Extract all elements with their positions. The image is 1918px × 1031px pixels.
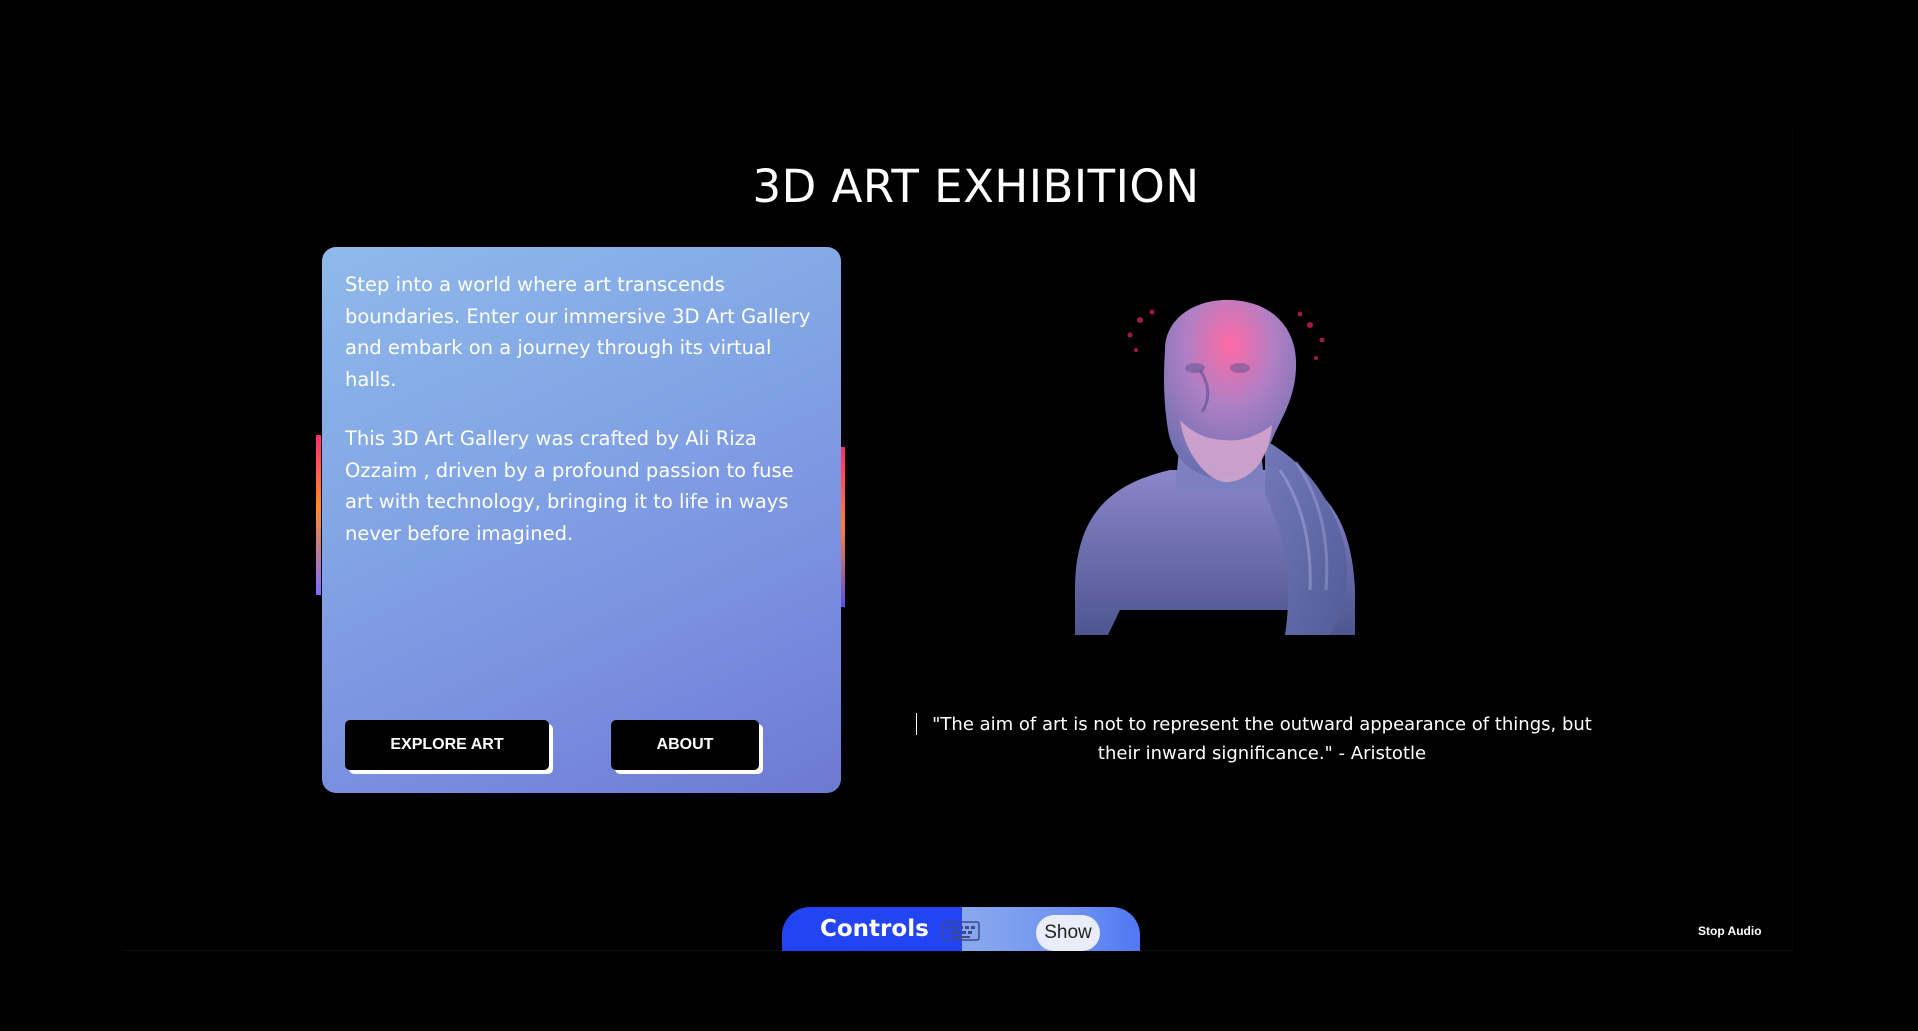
explore-art-button[interactable]: EXPLORE ART [345, 720, 549, 770]
intro-text: Step into a world where art transcends b… [345, 269, 825, 577]
card-accent-left [316, 435, 321, 595]
about-button[interactable]: ABOUT [611, 720, 759, 770]
intro-card-wrapper: Step into a world where art transcends b… [316, 247, 846, 795]
intro-paragraph: Step into a world where art transcends b… [345, 273, 811, 391]
intro-card: Step into a world where art transcends b… [322, 247, 841, 793]
sculpture-bust-3d-model[interactable] [1060, 290, 1380, 650]
stop-audio-button[interactable]: Stop Audio [1698, 924, 1762, 938]
quote-text: "The aim of art is not to represent the … [932, 714, 1592, 764]
controls-panel-tab[interactable]: Controls Show [782, 907, 1140, 951]
show-controls-button[interactable]: Show [1036, 915, 1100, 951]
keyboard-icon [942, 921, 980, 941]
gallery-landing-page: 3D ART EXHIBITION Step into a world wher… [0, 0, 1918, 1031]
controls-toggle-area: Show [942, 907, 1140, 951]
credit-paragraph: This 3D Art Gallery was crafted by Ali R… [345, 427, 794, 545]
page-title: 3D ART EXHIBITION [752, 160, 1200, 213]
controls-label: Controls [782, 907, 962, 951]
